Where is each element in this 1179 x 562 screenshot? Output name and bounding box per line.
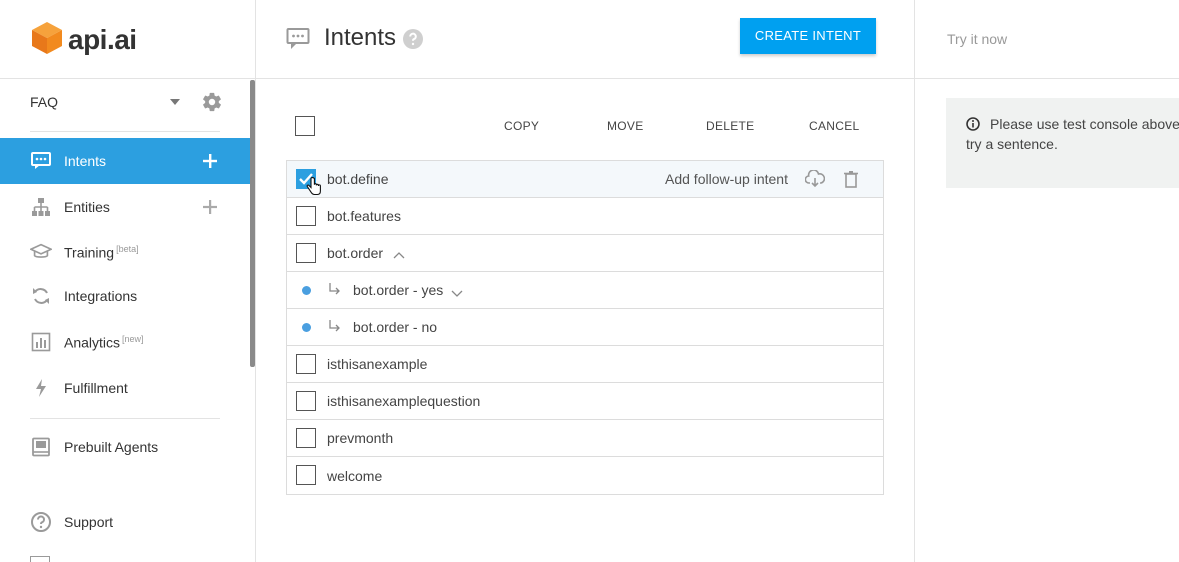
sidebar-item-label: Entities [64,199,110,215]
sidebar-scrollbar[interactable] [250,80,255,367]
intent-checkbox[interactable] [296,206,316,226]
agent-selector[interactable]: FAQ [30,88,222,116]
intent-row-bot-order-yes[interactable]: bot.order - yes [287,272,883,309]
graduation-cap-icon [30,241,52,263]
intent-row-bot-define[interactable]: bot.define Add follow-up intent [287,161,883,198]
sidebar-item-label: Prebuilt Agents [64,439,159,455]
sidebar-item-label: Fulfillment [64,380,128,396]
logo[interactable]: api.ai [30,20,137,60]
intent-name[interactable]: isthisanexamplequestion [327,393,480,409]
follow-up-dot [302,286,311,295]
sidebar-item-label: Training [beta] [64,243,139,261]
sidebar-item-intents[interactable]: Intents [0,138,250,184]
intent-name[interactable]: bot.order - no [353,319,437,335]
intent-row-prevmonth[interactable]: prevmonth [287,420,883,457]
main-panel: Intents CREATE INTENT COPY MOVE DELETE C… [256,0,914,562]
info-box: Please use test console above t try a se… [946,98,1179,188]
move-button[interactable]: MOVE [607,119,644,133]
intent-row-isthisanexample[interactable]: isthisanexample [287,346,883,383]
chevron-up-icon[interactable] [393,248,405,266]
divider [0,78,256,79]
delete-button[interactable]: DELETE [706,119,754,133]
sidebar-item-label: Support [64,514,114,530]
sidebar-item-integrations[interactable]: Integrations [0,273,250,319]
sidebar-item-analytics[interactable]: Analytics [new] [0,319,250,365]
intent-checkbox[interactable] [296,354,316,374]
partial-nav-icon [30,556,50,562]
sync-icon [30,285,52,307]
sidebar-item-fulfillment[interactable]: Fulfillment [0,365,250,411]
select-all-checkbox[interactable] [295,116,315,136]
intent-name[interactable]: welcome [327,468,382,484]
intent-checkbox[interactable] [296,428,316,448]
intent-row-bot-order[interactable]: bot.order [287,235,883,272]
sidebar-item-label: Integrations [64,288,138,304]
info-text: try a sentence. [966,136,1058,152]
intent-name[interactable]: bot.order - yes [353,282,443,298]
sidebar-item-entities[interactable]: Entities [0,184,250,230]
book-icon [30,436,52,458]
intent-name[interactable]: isthisanexample [327,356,427,372]
try-it-now-input[interactable]: Try it now [947,31,1007,47]
add-intent-plus-icon[interactable] [201,152,219,170]
beta-badge: [beta] [116,243,139,254]
follow-up-dot [302,323,311,332]
intent-checkbox[interactable] [296,243,316,263]
intent-row-bot-features[interactable]: bot.features [287,198,883,235]
cube-logo-icon [30,20,64,61]
intent-row-bot-order-no[interactable]: bot.order - no [287,309,883,346]
info-icon [966,116,980,136]
intent-checkbox[interactable] [296,465,316,485]
agent-name: FAQ [30,94,59,110]
page-title: Intents [324,24,397,51]
intent-row-welcome[interactable]: welcome [287,457,883,494]
intent-list: bot.define Add follow-up intent bot.feat… [286,160,884,495]
add-follow-up-intent-link[interactable]: Add follow-up intent [665,171,788,187]
info-text: Please use test console above t [990,116,1179,132]
gear-icon[interactable] [201,91,223,118]
create-intent-button[interactable]: CREATE INTENT [740,18,876,54]
divider [30,418,220,419]
chat-bubble-icon [30,150,52,172]
intent-name[interactable]: bot.order [327,245,383,261]
copy-button[interactable]: COPY [504,119,539,133]
child-arrow-icon [328,319,341,336]
trash-icon[interactable] [843,170,859,193]
chat-bubble-icon [286,27,310,56]
sidebar-item-prebuilt-agents[interactable]: Prebuilt Agents [0,424,250,470]
question-circle-icon [30,511,52,533]
intent-checkbox[interactable] [296,391,316,411]
sidebar-item-label: Intents [64,153,107,169]
cloud-download-icon[interactable] [804,169,826,193]
intent-name[interactable]: bot.features [327,208,401,224]
divider [30,131,220,132]
intent-row-isthisanexamplequestion[interactable]: isthisanexamplequestion [287,383,883,420]
new-badge: [new] [122,333,144,344]
add-entity-plus-icon[interactable] [201,198,219,216]
child-arrow-icon [328,282,341,299]
help-icon[interactable] [402,28,424,55]
chevron-down-icon[interactable] [170,99,180,105]
sidebar: api.ai FAQ Intents Entities Training [be… [0,0,256,562]
sidebar-item-support[interactable]: Support [0,499,250,545]
chevron-down-icon[interactable] [451,285,463,303]
bar-chart-icon [30,331,52,353]
hierarchy-icon [30,196,52,218]
test-console-panel: Try it now Please use test console above… [914,0,1179,562]
logo-text: api.ai [68,24,137,55]
lightning-icon [30,377,52,399]
sidebar-item-label: Analytics [new] [64,333,144,351]
divider [915,78,1179,79]
header: Intents CREATE INTENT [256,0,914,79]
intent-name[interactable]: bot.define [327,171,389,187]
sidebar-item-training[interactable]: Training [beta] [0,229,250,275]
intent-name[interactable]: prevmonth [327,430,393,446]
bulk-actions-toolbar: COPY MOVE DELETE CANCEL [286,112,884,140]
cancel-button[interactable]: CANCEL [809,119,859,133]
